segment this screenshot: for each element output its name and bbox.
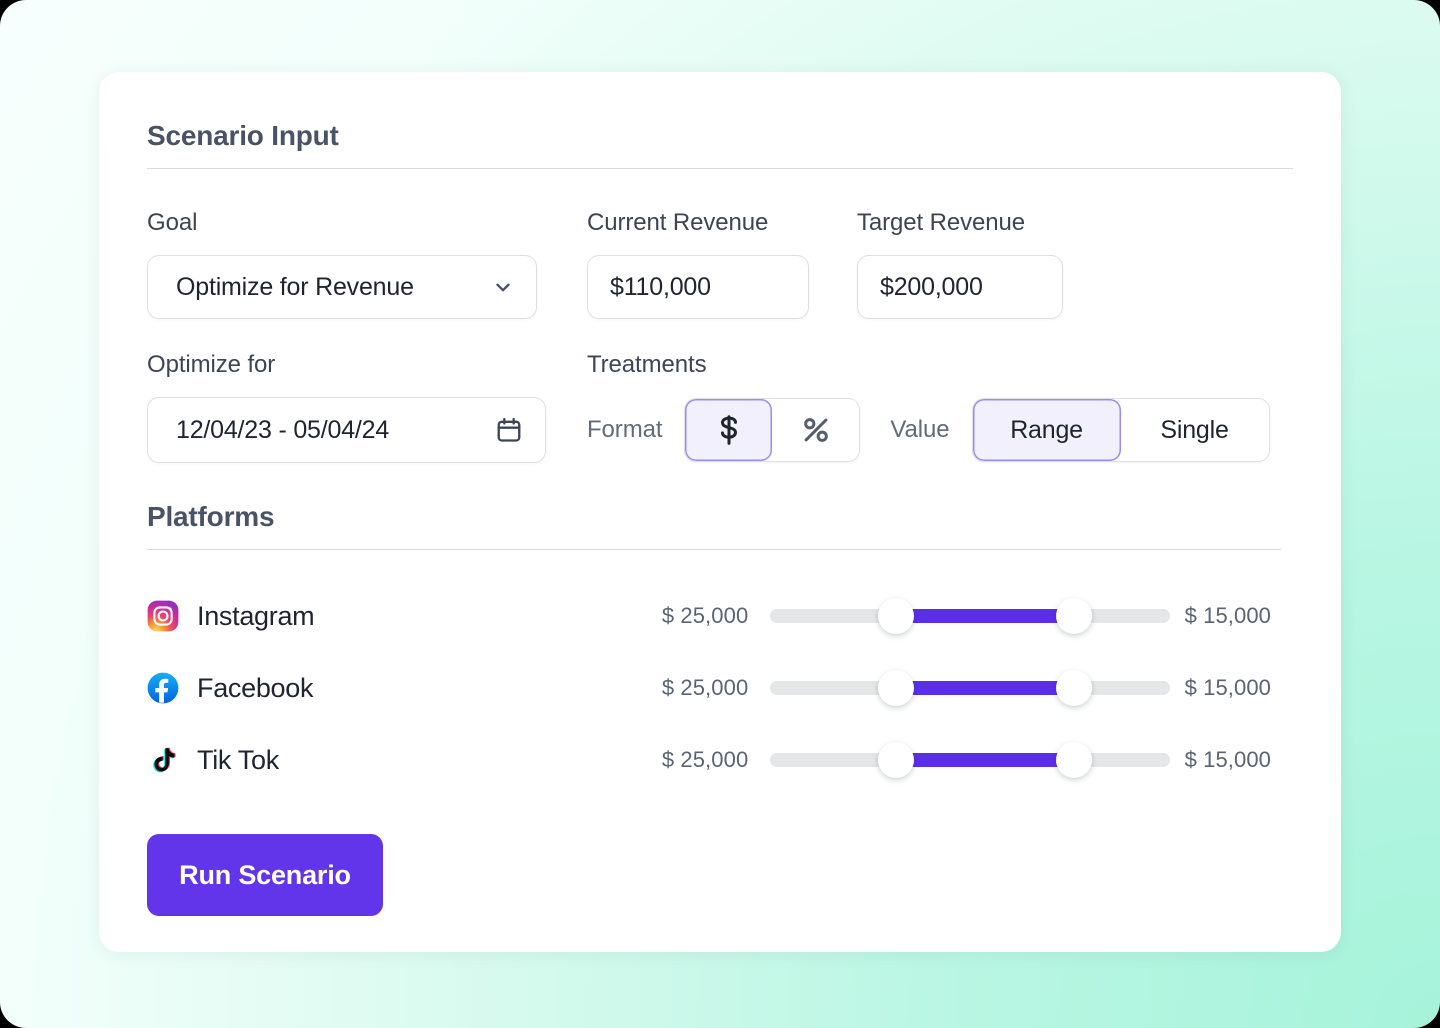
slider-handle-max[interactable]: [1055, 742, 1092, 778]
field-treatments: Treatments Format Value Range Single: [587, 351, 1293, 463]
budget-range-slider[interactable]: [770, 742, 1171, 778]
platform-max-amount: $ 15,000: [1184, 603, 1271, 628]
platform-list: Instagram $ 25,000 $ 15,000 Facebook $ 2…: [147, 580, 1293, 796]
platform-row-facebook: Facebook $ 25,000 $ 15,000: [147, 652, 1293, 724]
current-revenue-label: Current Revenue: [587, 209, 769, 236]
chevron-down-icon: [492, 276, 514, 298]
platform-min-amount: $ 25,000: [661, 603, 749, 628]
goal-select-value: Optimize for Revenue: [176, 272, 414, 301]
slider-range-fill: [896, 609, 1074, 623]
slider-handle-max[interactable]: [1055, 598, 1092, 634]
percent-icon: [799, 413, 833, 447]
platform-max-amount: $ 15,000: [1184, 747, 1271, 772]
budget-range-slider[interactable]: [770, 598, 1171, 634]
date-range-value: 12/04/23 - 05/04/24: [176, 415, 390, 444]
scenario-card: Scenario Input Goal Optimize for Revenue: [99, 72, 1341, 952]
field-optimize-for: Optimize for 12/04/23 - 05/04/24: [147, 351, 587, 463]
value-label: Value: [890, 416, 950, 443]
calendar-icon[interactable]: [495, 416, 523, 444]
goal-label: Goal: [147, 209, 198, 236]
app-background: Scenario Input Goal Optimize for Revenue: [0, 0, 1440, 1028]
platforms-divider: [147, 549, 1281, 550]
run-scenario-button[interactable]: Run Scenario: [147, 834, 383, 916]
form-row-primary: Goal Optimize for Revenue Current Revenu…: [147, 209, 1293, 319]
slider-handle-max[interactable]: [1055, 670, 1092, 706]
slider-range-fill: [896, 681, 1074, 695]
target-revenue-input[interactable]: $200,000: [857, 255, 1063, 319]
header-divider: [147, 168, 1293, 169]
field-current-revenue: Current Revenue $110,000: [587, 209, 857, 319]
optimize-for-label: Optimize for: [147, 351, 276, 378]
format-option-percent[interactable]: [772, 399, 860, 461]
field-target-revenue: Target Revenue $200,000: [857, 209, 1137, 319]
format-option-currency[interactable]: [685, 399, 773, 461]
treatments-label: Treatments: [587, 351, 707, 378]
format-segmented-control: [684, 398, 861, 462]
format-label: Format: [587, 416, 663, 443]
target-revenue-value: $200,000: [880, 272, 983, 301]
platforms-title: Platforms: [147, 501, 275, 532]
platform-min-amount: $ 25,000: [661, 747, 749, 772]
tiktok-icon: [147, 744, 179, 776]
value-segmented-control: Range Single: [971, 398, 1270, 462]
platform-name: Instagram: [197, 600, 315, 631]
current-revenue-input[interactable]: $110,000: [587, 255, 809, 319]
slider-handle-min[interactable]: [878, 598, 915, 634]
scenario-input-header: Scenario Input: [147, 120, 1293, 169]
instagram-icon: [147, 600, 179, 632]
form-row-secondary: Optimize for 12/04/23 - 05/04/24 Treatme…: [147, 351, 1293, 463]
goal-select[interactable]: Optimize for Revenue: [147, 255, 537, 319]
platform-max-amount: $ 15,000: [1184, 675, 1271, 700]
budget-range-slider[interactable]: [770, 670, 1171, 706]
page-title: Scenario Input: [147, 120, 339, 151]
slider-handle-min[interactable]: [878, 670, 915, 706]
platforms-header: Platforms: [147, 501, 1293, 550]
current-revenue-value: $110,000: [610, 272, 711, 301]
facebook-icon: [147, 672, 179, 704]
slider-range-fill: [896, 753, 1074, 767]
platform-row-tiktok: Tik Tok $ 25,000 $ 15,000: [147, 724, 1293, 796]
platform-name: Facebook: [197, 672, 314, 703]
field-goal: Goal Optimize for Revenue: [147, 209, 537, 319]
value-option-single[interactable]: Single: [1120, 399, 1269, 461]
date-range-picker[interactable]: 12/04/23 - 05/04/24: [147, 397, 546, 463]
value-option-range[interactable]: Range: [972, 399, 1121, 461]
platform-row-instagram: Instagram $ 25,000 $ 15,000: [147, 580, 1293, 652]
platform-min-amount: $ 25,000: [661, 675, 749, 700]
target-revenue-label: Target Revenue: [857, 209, 1026, 236]
dollar-icon: [712, 413, 746, 447]
platform-name: Tik Tok: [197, 744, 279, 775]
slider-handle-min[interactable]: [878, 742, 915, 778]
